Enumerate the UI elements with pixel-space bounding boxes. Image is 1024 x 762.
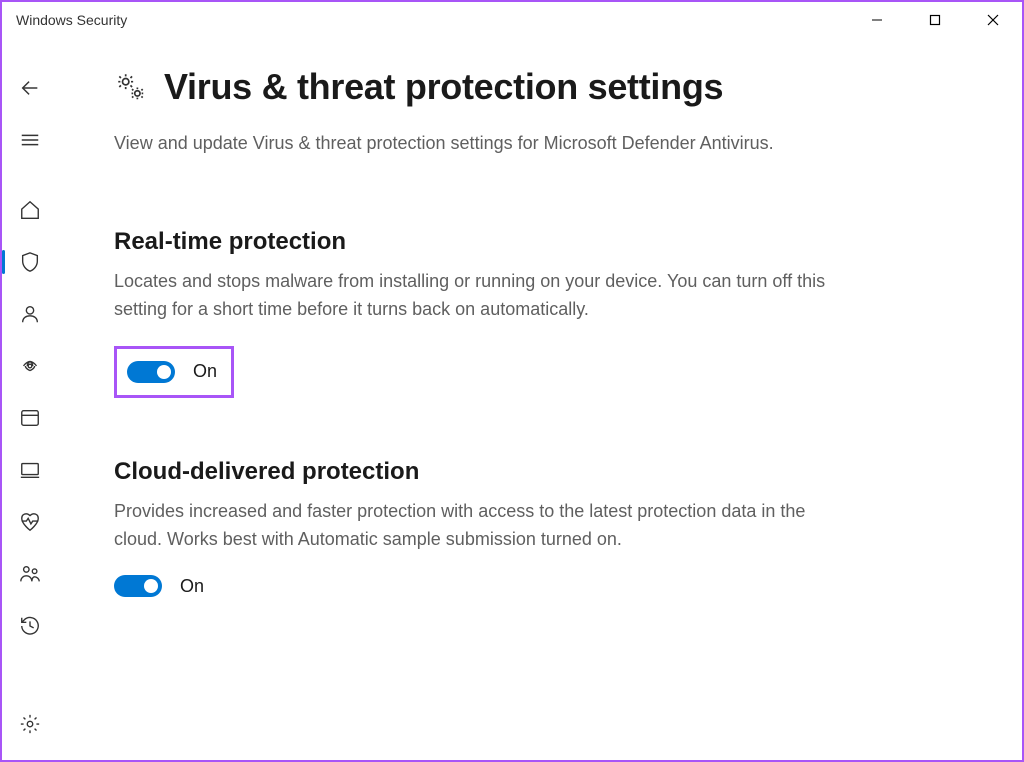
- sidebar-item-firewall[interactable]: [2, 340, 58, 392]
- home-icon: [19, 199, 41, 221]
- gear-icon: [19, 713, 41, 735]
- sidebar-item-family[interactable]: [2, 548, 58, 600]
- close-icon: [987, 14, 999, 26]
- heart-health-icon: [19, 511, 41, 533]
- cloud-toggle-label: On: [180, 576, 204, 597]
- sidebar-item-settings[interactable]: [2, 698, 58, 750]
- maximize-icon: [929, 14, 941, 26]
- app-browser-icon: [19, 407, 41, 429]
- sidebar-item-home[interactable]: [2, 184, 58, 236]
- cloud-toggle[interactable]: [114, 575, 162, 597]
- history-icon: [19, 615, 41, 637]
- titlebar: Windows Security: [2, 2, 1022, 38]
- page-header: Virus & threat protection settings: [114, 66, 962, 108]
- realtime-toggle-highlight: On: [114, 346, 234, 398]
- sidebar: [2, 38, 58, 760]
- realtime-toggle[interactable]: [127, 361, 175, 383]
- sidebar-item-app-browser[interactable]: [2, 392, 58, 444]
- realtime-toggle-label: On: [193, 361, 217, 382]
- sidebar-item-account[interactable]: [2, 288, 58, 340]
- back-arrow-icon: [19, 77, 41, 99]
- shield-icon: [19, 251, 41, 273]
- sidebar-item-history[interactable]: [2, 600, 58, 652]
- device-icon: [19, 459, 41, 481]
- realtime-section-title: Real-time protection: [114, 228, 962, 256]
- back-button[interactable]: [2, 62, 58, 114]
- cloud-section-title: Cloud-delivered protection: [114, 458, 962, 486]
- close-button[interactable]: [964, 2, 1022, 38]
- maximize-button[interactable]: [906, 2, 964, 38]
- page-description: View and update Virus & threat protectio…: [114, 130, 834, 158]
- firewall-icon: [19, 355, 41, 377]
- realtime-section-description: Locates and stops malware from installin…: [114, 268, 834, 324]
- window-title: Windows Security: [16, 12, 127, 28]
- gears-icon: [114, 70, 148, 104]
- main-content: Virus & threat protection settings View …: [58, 38, 1022, 760]
- menu-button[interactable]: [2, 114, 58, 166]
- cloud-toggle-row: On: [114, 575, 962, 597]
- minimize-icon: [871, 14, 883, 26]
- minimize-button[interactable]: [848, 2, 906, 38]
- sidebar-item-virus-threat[interactable]: [2, 236, 58, 288]
- hamburger-icon: [19, 129, 41, 151]
- cloud-section-description: Provides increased and faster protection…: [114, 498, 834, 554]
- account-icon: [19, 303, 41, 325]
- family-icon: [19, 563, 41, 585]
- sidebar-item-device-performance[interactable]: [2, 496, 58, 548]
- page-title: Virus & threat protection settings: [164, 66, 723, 108]
- window-controls: [848, 2, 1022, 38]
- sidebar-item-device-security[interactable]: [2, 444, 58, 496]
